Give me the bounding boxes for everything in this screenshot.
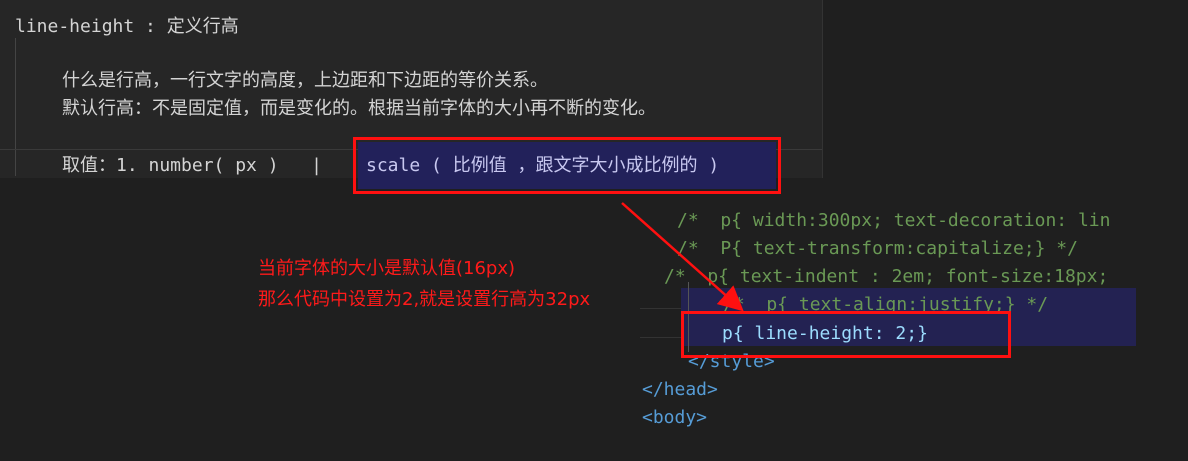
arrow-icon <box>621 202 744 312</box>
annotation-line: 当前字体的大小是默认值(16px) <box>258 258 516 279</box>
annotation-line: 那么代码中设置为2,就是设置行高为32px <box>258 289 591 310</box>
